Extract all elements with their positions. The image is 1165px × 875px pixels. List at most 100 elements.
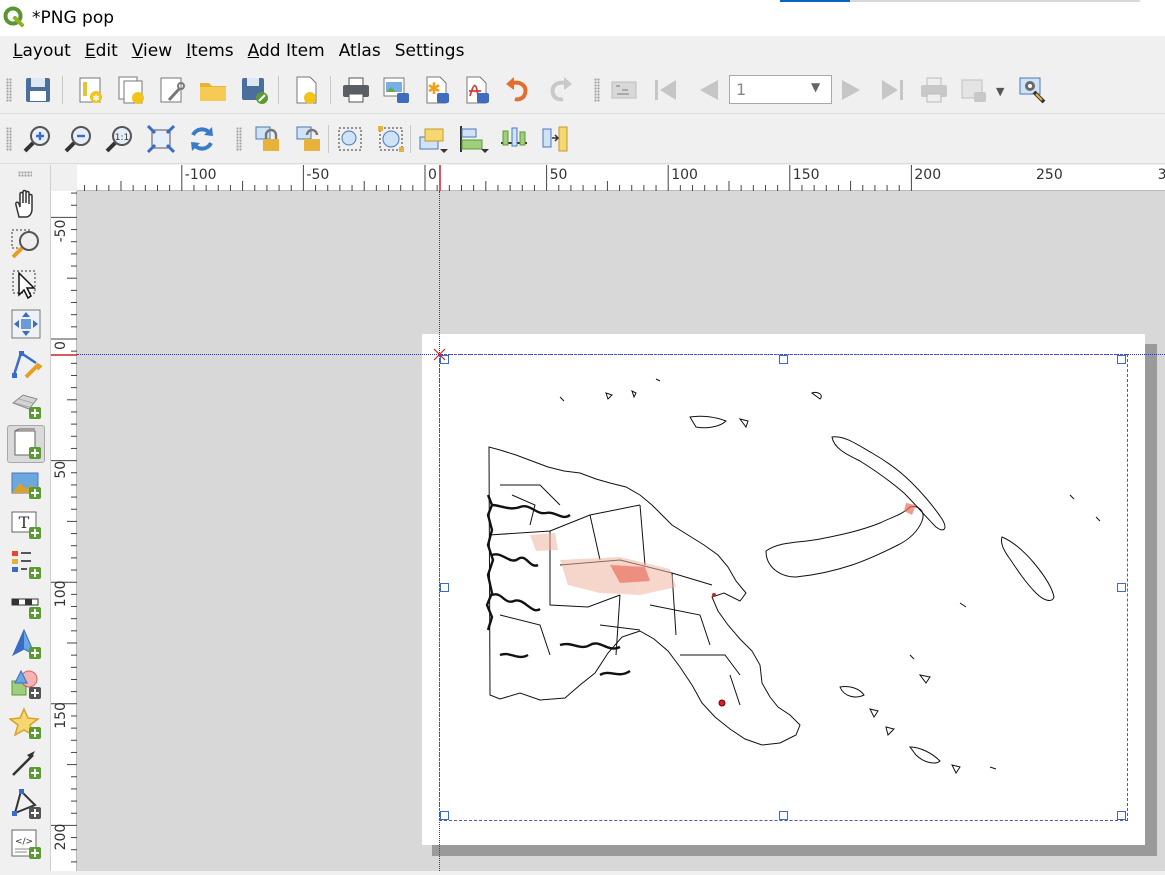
add-legend-button[interactable] — [7, 545, 45, 583]
layout-manager-button[interactable] — [154, 72, 190, 108]
duplicate-layout-button[interactable] — [113, 72, 149, 108]
ruler-label: 100 — [671, 167, 698, 183]
lock-items-button[interactable] — [250, 121, 286, 157]
align-icon — [460, 126, 489, 153]
resize-handle[interactable] — [779, 811, 788, 820]
last-feature-button[interactable] — [874, 72, 910, 108]
align-items-button[interactable] — [455, 121, 491, 157]
toolbar-grip[interactable] — [236, 127, 242, 151]
resize-items-button[interactable] — [537, 121, 573, 157]
add-shape-button[interactable] — [7, 665, 45, 703]
add-north-arrow-icon — [11, 628, 41, 659]
resize-handle[interactable] — [1117, 811, 1126, 820]
add-arrow-button[interactable] — [7, 745, 45, 783]
toolbar-grip[interactable] — [6, 127, 12, 151]
population-marker — [712, 593, 716, 597]
print-atlas-icon — [921, 77, 947, 103]
vertical-ruler[interactable]: -50 0 50 100 150 200 — [51, 191, 77, 871]
lock-icon — [255, 126, 279, 151]
export-pdf-button[interactable] — [458, 72, 494, 108]
print-button[interactable] — [338, 72, 374, 108]
atlas-settings-button[interactable] — [1014, 72, 1050, 108]
toolbox-grip[interactable] — [18, 171, 32, 177]
export-image-button[interactable] — [378, 72, 414, 108]
export-atlas-dropdown-icon[interactable]: ▼ — [996, 85, 1004, 98]
move-content-button[interactable] — [7, 305, 45, 343]
qgis-logo-icon — [3, 6, 24, 27]
add-north-arrow-button[interactable] — [7, 625, 45, 663]
export-atlas-button[interactable] — [956, 72, 992, 108]
zoom-in-button[interactable] — [20, 121, 56, 157]
add-map-button[interactable] — [7, 425, 45, 463]
add-picture-button[interactable] — [7, 465, 45, 503]
move-content-icon — [11, 309, 41, 339]
resize-handle[interactable] — [440, 811, 449, 820]
first-feature-button[interactable] — [648, 72, 684, 108]
ruler-label: 200 — [53, 824, 69, 851]
pan-hand-icon — [15, 189, 33, 218]
resize-icon — [542, 126, 568, 152]
unlock-items-button[interactable] — [291, 121, 327, 157]
print-atlas-button[interactable] — [916, 72, 952, 108]
new-layout-button[interactable]: ✱ — [72, 72, 108, 108]
undo-button[interactable] — [500, 72, 536, 108]
resize-handle[interactable] — [779, 355, 788, 364]
add-picture-icon — [11, 472, 41, 499]
refresh-view-button[interactable] — [184, 121, 220, 157]
next-feature-button[interactable] — [834, 72, 870, 108]
menu-edit[interactable]: Edit — [78, 41, 125, 61]
add-marker-button[interactable] — [7, 705, 45, 743]
select-move-item-button[interactable] — [7, 265, 45, 303]
ungroup-icon — [378, 126, 404, 152]
open-template-button[interactable] — [195, 72, 231, 108]
distribute-items-button[interactable] — [496, 121, 532, 157]
zoom-tool-button[interactable] — [7, 225, 45, 263]
folder-icon — [200, 83, 226, 101]
zoom-full-button[interactable] — [143, 121, 179, 157]
redo-button[interactable] — [542, 72, 578, 108]
raise-items-button[interactable] — [414, 121, 450, 157]
layout-canvas[interactable] — [77, 191, 1165, 871]
zoom-actual-button[interactable]: 1:1 — [102, 121, 138, 157]
toolbar-grip[interactable] — [594, 78, 600, 102]
add-3d-map-icon — [12, 394, 41, 419]
atlas-preview-button[interactable] — [606, 72, 642, 108]
redo-icon — [550, 77, 572, 102]
previous-feature-button[interactable] — [690, 72, 726, 108]
add-label-button[interactable]: T — [7, 505, 45, 543]
first-icon — [655, 80, 676, 100]
window-title: *PNG pop — [32, 8, 115, 28]
menu-settings[interactable]: Settings — [388, 41, 472, 61]
save-layout-button[interactable] — [20, 72, 56, 108]
refresh-icon — [191, 127, 213, 151]
pan-tool-button[interactable] — [7, 185, 45, 223]
map-item[interactable] — [439, 354, 1128, 821]
toolbar-grip[interactable] — [6, 78, 12, 102]
add-html-button[interactable]: </> — [7, 825, 45, 863]
add-3d-map-button[interactable] — [7, 385, 45, 423]
menu-items[interactable]: Items — [179, 41, 241, 61]
add-polygon-button[interactable] — [7, 785, 45, 823]
horizontal-ruler[interactable]: -100 -50 0 50 100 150 200 250 30 — [77, 165, 1165, 191]
zoom-in-icon — [23, 126, 50, 153]
zoom-out-button[interactable] — [61, 121, 97, 157]
add-pages-button[interactable] — [288, 72, 324, 108]
menu-add-item[interactable]: Add Item — [241, 41, 332, 61]
resize-handle[interactable] — [440, 583, 449, 592]
add-shape-icon — [11, 669, 41, 699]
export-svg-button[interactable]: ✱ — [418, 72, 454, 108]
ungroup-items-button[interactable] — [373, 121, 409, 157]
add-scale-bar-button[interactable] — [7, 585, 45, 623]
atlas-page-combobox[interactable]: 1 ▼ — [729, 75, 832, 104]
menu-view[interactable]: View — [125, 41, 179, 61]
menu-atlas[interactable]: Atlas — [332, 41, 388, 61]
save-template-button[interactable] — [236, 72, 272, 108]
group-items-button[interactable] — [332, 121, 368, 157]
next-icon — [842, 80, 860, 100]
save-icon — [26, 78, 50, 102]
resize-handle[interactable] — [1117, 583, 1126, 592]
resize-handle[interactable] — [1117, 355, 1126, 364]
menu-layout[interactable]: Layout — [6, 41, 78, 61]
ruler-corner — [51, 165, 77, 191]
edit-nodes-button[interactable] — [7, 345, 45, 383]
